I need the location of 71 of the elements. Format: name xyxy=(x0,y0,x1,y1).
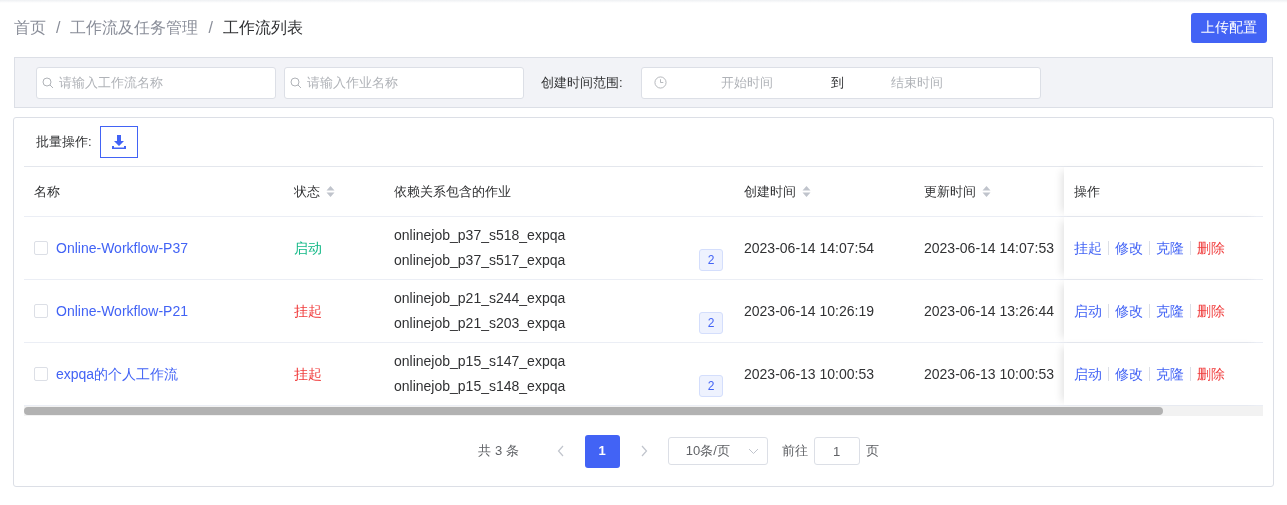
horizontal-scrollbar[interactable] xyxy=(24,406,1263,416)
download-icon xyxy=(110,134,127,150)
job-count-badge: 2 xyxy=(699,375,723,397)
sort-icon[interactable] xyxy=(982,185,991,198)
column-header: 名称 xyxy=(34,182,60,201)
clock-icon xyxy=(654,76,667,89)
job-count-badge: 2 xyxy=(699,312,723,334)
column-header: 更新时间 xyxy=(924,182,976,201)
row-checkbox[interactable] xyxy=(34,304,48,318)
action-link[interactable]: 挂起 xyxy=(1074,237,1102,259)
job-name: onlinejob_p15_s147_expqa xyxy=(394,352,567,371)
action-link[interactable]: 删除 xyxy=(1197,300,1225,322)
search-icon xyxy=(290,76,302,89)
sort-icon[interactable] xyxy=(326,185,335,198)
action-link[interactable]: 修改 xyxy=(1115,237,1143,259)
range-separator: 到 xyxy=(831,73,845,92)
page-number-field[interactable]: 1 xyxy=(813,437,860,465)
job-name: onlinejob_p37_s517_expqa xyxy=(394,251,567,270)
action-link[interactable]: 启动 xyxy=(1074,300,1102,322)
status-text: 启动 xyxy=(294,239,322,256)
upload-button[interactable]: 上传配置 xyxy=(1191,12,1267,43)
breadcrumb-current: 工作流列表 xyxy=(222,17,303,38)
breadcrumb-separator: / xyxy=(56,17,61,38)
job-name: onlinejob_p15_s148_expqa xyxy=(394,377,567,396)
action-link[interactable]: 克隆 xyxy=(1156,363,1184,385)
created-time: 2023-06-14 14:07:54 xyxy=(744,239,874,256)
chevron-down-icon xyxy=(747,447,759,455)
status-text: 挂起 xyxy=(294,302,322,319)
updated-time: 2023-06-14 13:26:44 xyxy=(924,302,1054,319)
workflow-search-field[interactable]: 请输入工作流名称 xyxy=(36,66,276,99)
date-range-label: 创建时间范围: xyxy=(541,73,624,92)
workflow-name-link[interactable]: Online-Workflow-P37 xyxy=(56,237,188,259)
row-checkbox[interactable] xyxy=(34,241,48,255)
workflow-name-link[interactable]: Online-Workflow-P21 xyxy=(56,300,188,322)
action-link[interactable]: 克隆 xyxy=(1156,300,1184,322)
created-time: 2023-06-14 10:26:19 xyxy=(744,302,874,319)
total-count: 共 3 条 xyxy=(478,442,519,461)
row-checkbox[interactable] xyxy=(34,367,48,381)
next-page-icon[interactable] xyxy=(639,445,648,457)
job-search-field[interactable]: 请输入作业名称 xyxy=(284,66,524,99)
goto-label: 前往 xyxy=(781,442,808,461)
action-link[interactable]: 删除 xyxy=(1197,237,1225,259)
status-text: 挂起 xyxy=(294,365,322,382)
breadcrumb-separator: / xyxy=(208,17,213,38)
column-header: 操作 xyxy=(1074,182,1100,201)
action-link[interactable]: 修改 xyxy=(1115,363,1143,385)
job-name: onlinejob_p21_s244_expqa xyxy=(394,289,567,308)
column-header: 创建时间 xyxy=(744,182,796,201)
breadcrumb-link[interactable]: 工作流及任务管理 xyxy=(70,15,199,40)
action-link[interactable]: 启动 xyxy=(1074,363,1102,385)
action-link[interactable]: 删除 xyxy=(1197,363,1225,385)
search-icon xyxy=(42,76,54,89)
sort-icon[interactable] xyxy=(802,185,811,198)
column-header: 状态 xyxy=(294,182,320,201)
page-button[interactable]: 1 xyxy=(584,434,620,468)
job-name: onlinejob_p37_s518_expqa xyxy=(394,226,567,245)
created-time: 2023-06-13 10:00:53 xyxy=(744,365,874,382)
updated-time: 2023-06-13 10:00:53 xyxy=(924,365,1054,382)
job-count-badge: 2 xyxy=(699,249,723,271)
action-link[interactable]: 克隆 xyxy=(1156,237,1184,259)
page-suffix: 页 xyxy=(865,442,879,461)
batch-label: 批量操作: xyxy=(36,133,92,152)
action-link[interactable]: 修改 xyxy=(1115,300,1143,322)
page-size-select[interactable]: 10条/页 xyxy=(667,437,768,465)
updated-time: 2023-06-14 14:07:53 xyxy=(924,239,1054,256)
job-name: onlinejob_p21_s203_expqa xyxy=(394,314,567,333)
breadcrumb-link[interactable]: 首页 xyxy=(14,15,46,40)
column-header: 依赖关系包含的作业 xyxy=(394,182,511,201)
previous-page-icon[interactable] xyxy=(556,445,565,457)
download-button[interactable] xyxy=(99,126,138,158)
workflow-name-link[interactable]: expqa的个人工作流 xyxy=(56,363,179,385)
